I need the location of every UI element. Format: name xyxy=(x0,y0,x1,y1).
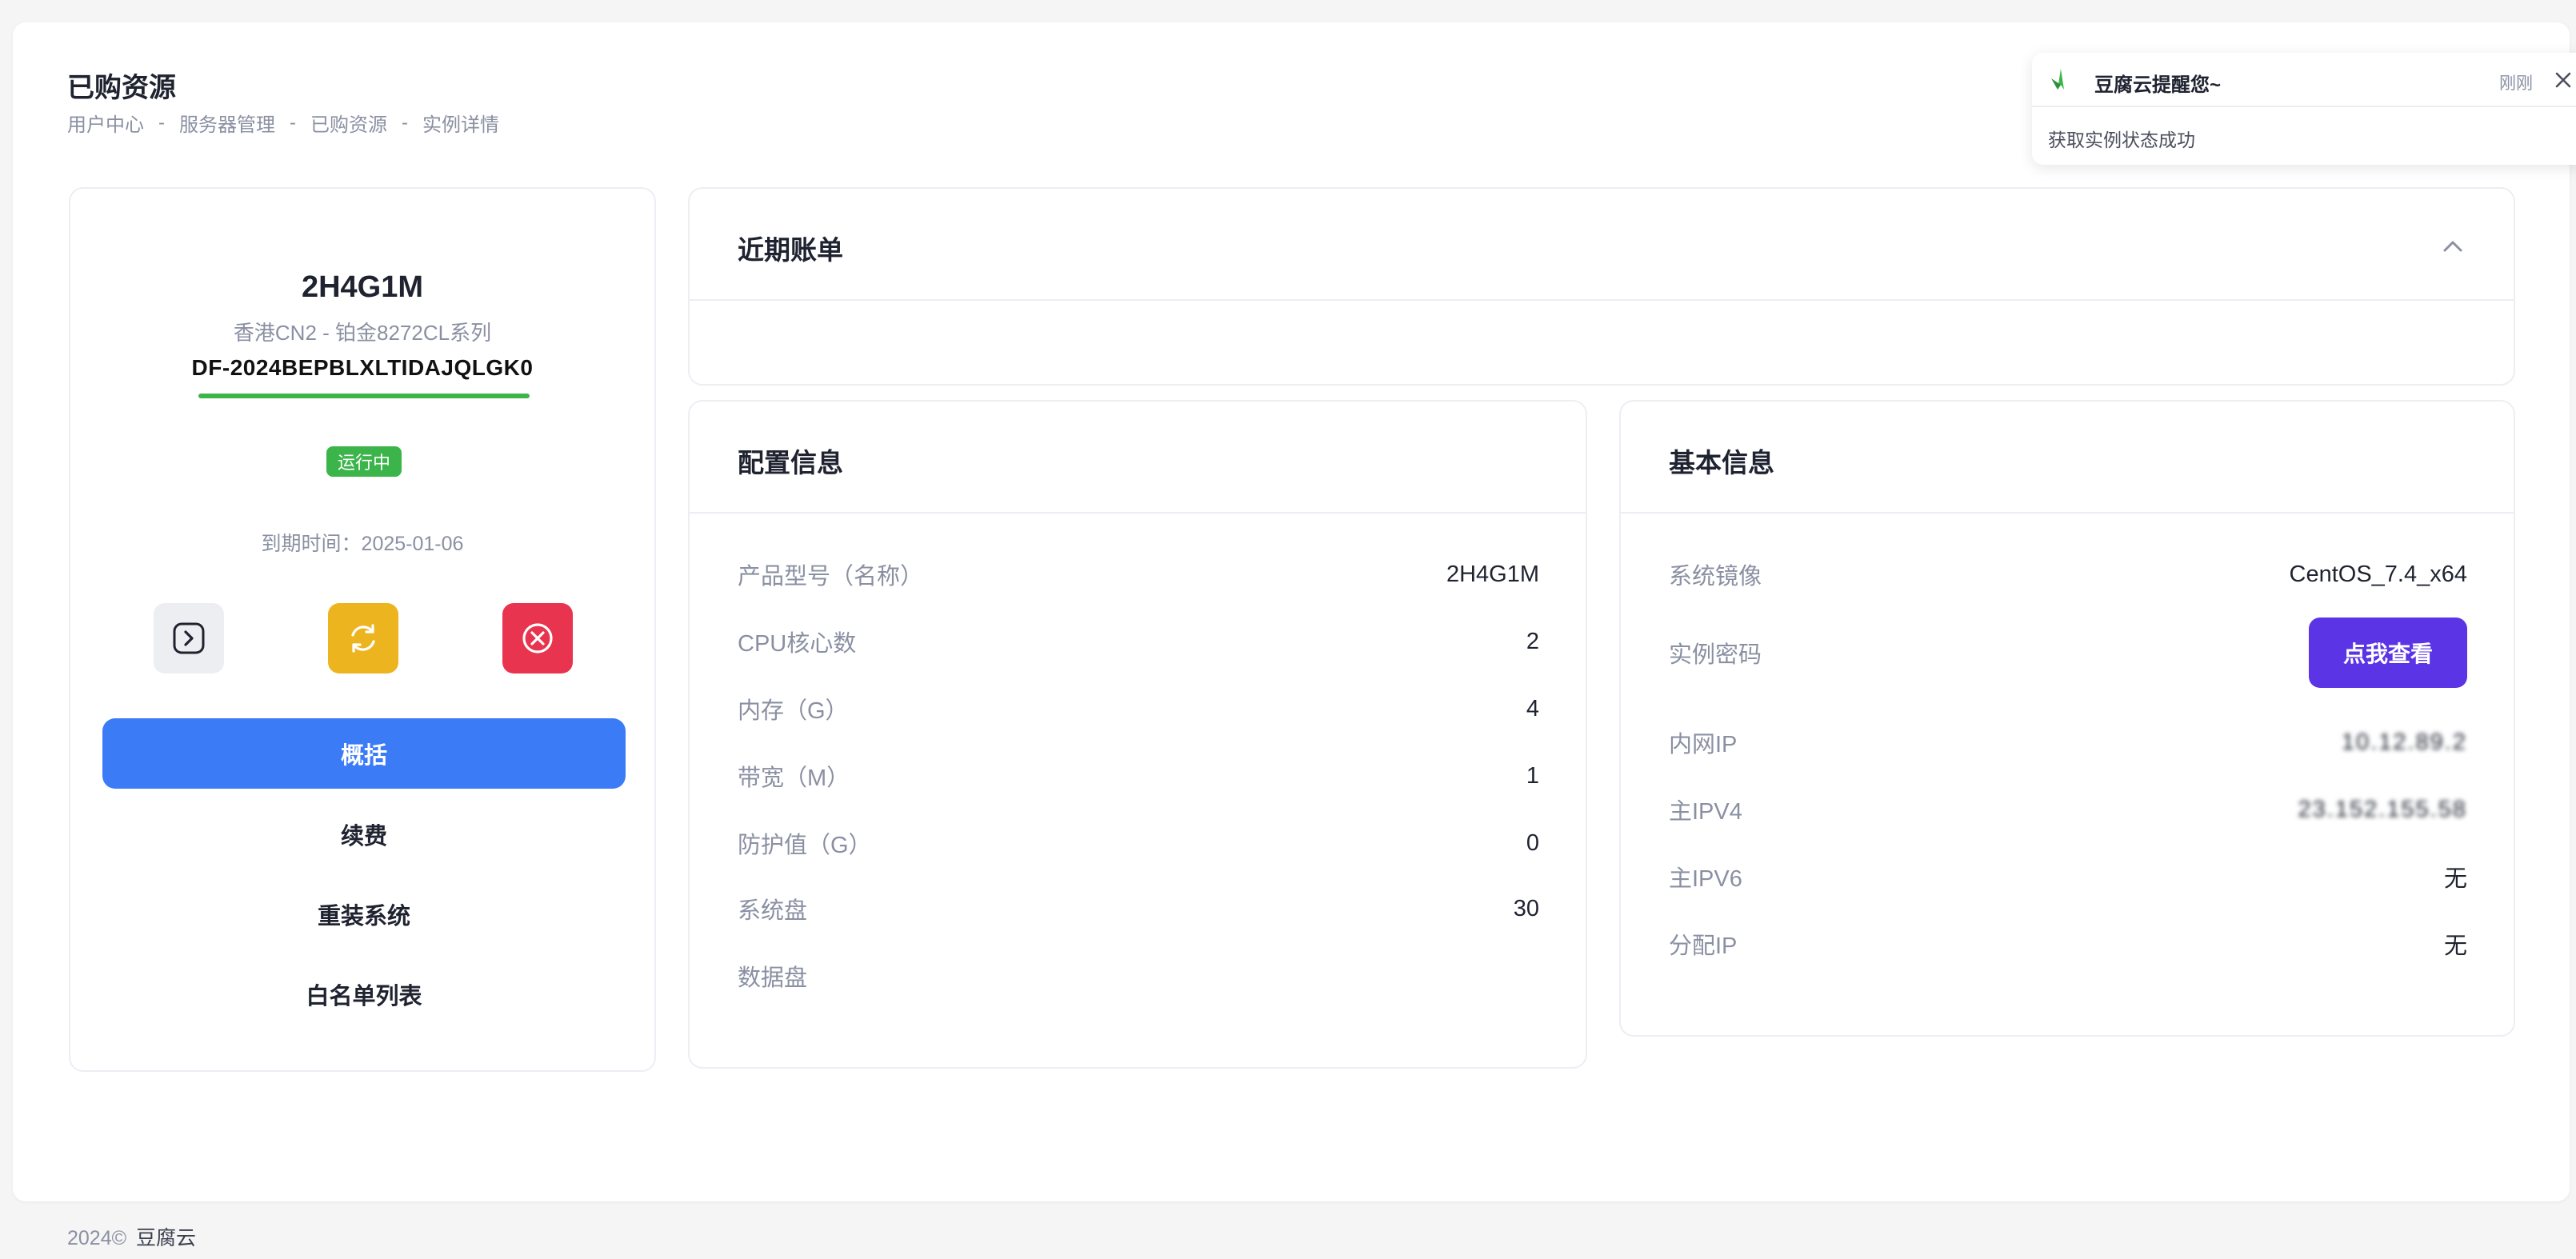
instance-subtitle: 香港CN2 - 铂金8272CL系列 xyxy=(233,321,492,345)
notification-time: 刚刚 xyxy=(2499,74,2533,93)
config-label: 防护值（G） xyxy=(738,833,872,858)
breadcrumb: 用户中心 - 服务器管理 - 已购资源 - 实例详情 xyxy=(67,109,499,137)
close-icon[interactable] xyxy=(2550,67,2576,93)
config-row-model: 产品型号（名称） 2H4G1M xyxy=(738,550,1539,598)
config-info-title: 配置信息 xyxy=(738,448,843,478)
status-badge: 运行中 xyxy=(326,446,402,477)
info-label: 主IPV4 xyxy=(1669,799,1742,825)
instance-id-underline xyxy=(198,394,530,398)
footer-brand[interactable]: 豆腐云 xyxy=(136,1227,196,1249)
config-row-bandwidth: 带宽（M） 1 xyxy=(738,752,1539,800)
breadcrumb-item-server-management[interactable]: 服务器管理 xyxy=(179,109,275,137)
config-value: 0 xyxy=(1526,829,1539,856)
notification-title: 豆腐云提醒您~ xyxy=(2094,74,2222,96)
menu-reinstall[interactable]: 重装系统 xyxy=(102,886,626,942)
page-title: 已购资源 xyxy=(67,73,176,103)
recent-bills-title: 近期账单 xyxy=(738,235,843,265)
instance-name: 2H4G1M xyxy=(301,270,424,304)
config-label: 系统盘 xyxy=(738,898,808,924)
breadcrumb-separator: - xyxy=(402,111,408,134)
config-row-data-disk: 数据盘 xyxy=(738,952,1539,1000)
basic-info-header: 基本信息 xyxy=(1621,402,2514,514)
info-row-private-ip: 内网IP 10.12.89.2 xyxy=(1669,718,2467,766)
config-label: 产品型号（名称） xyxy=(738,564,924,590)
notification-message: 获取实例状态成功 xyxy=(2048,130,2195,150)
config-label: 内存（G） xyxy=(738,698,849,724)
breadcrumb-item-purchased-resources[interactable]: 已购资源 xyxy=(310,109,387,137)
stop-icon xyxy=(522,623,553,653)
config-label: 数据盘 xyxy=(738,965,808,991)
view-password-button[interactable]: 点我查看 xyxy=(2309,618,2467,688)
config-value: 4 xyxy=(1526,695,1539,721)
info-row-password: 实例密码 点我查看 xyxy=(1669,618,2467,688)
config-row-cpu: CPU核心数 2 xyxy=(738,618,1539,665)
config-label: 带宽（M） xyxy=(738,765,850,791)
info-label: 系统镜像 xyxy=(1669,564,1762,590)
instance-summary-card: 2H4G1M 香港CN2 - 铂金8272CL系列 DF-2024BEPBLXL… xyxy=(69,187,656,1072)
config-label: CPU核心数 xyxy=(738,631,857,657)
tofu-cloud-logo-icon xyxy=(2051,69,2064,90)
notification-toast: 豆腐云提醒您~ 刚刚 获取实例状态成功 xyxy=(2032,53,2576,165)
console-button[interactable] xyxy=(154,603,224,673)
info-label: 分配IP xyxy=(1669,933,1738,959)
assigned-ip-value: 无 xyxy=(2443,933,2467,959)
config-value: 1 xyxy=(1526,762,1539,789)
config-value: 2 xyxy=(1526,628,1539,654)
recent-bills-header: 近期账单 xyxy=(690,189,2514,301)
config-row-memory: 内存（G） 4 xyxy=(738,685,1539,733)
info-label: 实例密码 xyxy=(1669,642,1762,668)
console-icon xyxy=(173,622,205,654)
info-row-ipv6: 主IPV6 无 xyxy=(1669,853,2467,901)
notification-header: 豆腐云提醒您~ 刚刚 xyxy=(2032,53,2576,107)
config-info-card: 配置信息 产品型号（名称） 2H4G1M CPU核心数 2 内存（G） 4 带宽… xyxy=(688,400,1587,1069)
info-label: 主IPV6 xyxy=(1669,866,1742,892)
info-row-image: 系统镜像 CentOS_7.4_x64 xyxy=(1669,550,2467,598)
breadcrumb-item-user-center[interactable]: 用户中心 xyxy=(67,109,144,137)
config-value: 30 xyxy=(1513,895,1539,921)
config-row-system-disk: 系统盘 30 xyxy=(738,885,1539,933)
private-ip-value: 10.12.89.2 xyxy=(2341,729,2467,755)
info-label: 内网IP xyxy=(1669,732,1738,757)
chevron-up-icon[interactable] xyxy=(2438,232,2467,261)
system-image-value: CentOS_7.4_x64 xyxy=(2289,561,2467,587)
restart-icon xyxy=(351,624,375,653)
info-row-ipv4: 主IPV4 23.152.155.58 xyxy=(1669,785,2467,833)
basic-info-card: 基本信息 系统镜像 CentOS_7.4_x64 实例密码 点我查看 内网IP … xyxy=(1619,400,2515,1037)
expire-date: 到期时间：2025-01-06 xyxy=(261,533,464,555)
config-row-protection: 防护值（G） 0 xyxy=(738,819,1539,867)
footer-copyright: 2024© xyxy=(67,1227,127,1249)
ipv6-value: 无 xyxy=(2443,866,2467,892)
breadcrumb-separator: - xyxy=(290,111,296,134)
recent-bills-card: 近期账单 xyxy=(688,187,2515,386)
menu-renew[interactable]: 续费 xyxy=(102,806,626,862)
menu-overview[interactable]: 概括 xyxy=(102,718,626,789)
info-row-assigned-ip: 分配IP 无 xyxy=(1669,920,2467,968)
instance-id: DF-2024BEPBLXLTIDAJQLGK0 xyxy=(191,355,534,380)
restart-button[interactable] xyxy=(328,603,398,673)
breadcrumb-item-instance-detail: 实例详情 xyxy=(422,114,499,136)
shutdown-button[interactable] xyxy=(502,603,573,673)
footer: 2024© 豆腐云 xyxy=(67,1222,196,1251)
config-info-header: 配置信息 xyxy=(690,402,1586,514)
config-value: 2H4G1M xyxy=(1446,561,1539,587)
breadcrumb-separator: - xyxy=(158,111,165,134)
menu-whitelist[interactable]: 白名单列表 xyxy=(102,966,626,1022)
ipv4-value: 23.152.155.58 xyxy=(2298,796,2467,822)
basic-info-title: 基本信息 xyxy=(1669,448,1774,478)
